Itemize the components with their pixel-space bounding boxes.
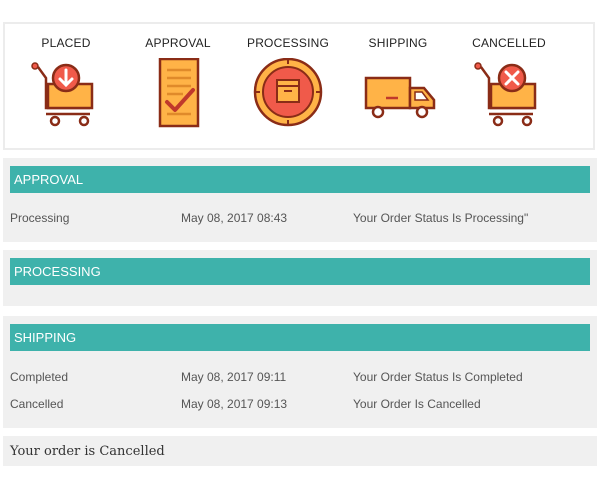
step-label: APPROVAL <box>145 36 211 50</box>
final-status-text: Your order is Cancelled <box>10 444 165 459</box>
panel-header: SHIPPING <box>10 324 590 351</box>
row-date: May 08, 2017 09:11 <box>181 370 287 384</box>
final-status-banner: Your order is Cancelled <box>3 436 597 466</box>
step-label: CANCELLED <box>472 36 546 50</box>
row-message: Your Order Status Is Processing" <box>353 211 529 225</box>
row-message: Your Order Is Cancelled <box>353 397 481 411</box>
truck-icon <box>364 76 436 119</box>
table-row: Processing May 08, 2017 08:43 Your Order… <box>10 211 590 227</box>
row-status: Cancelled <box>10 397 64 411</box>
shipping-panel: SHIPPING Completed May 08, 2017 09:11 Yo… <box>3 316 597 428</box>
cart-download-icon <box>31 62 94 127</box>
processing-panel: PROCESSING <box>3 250 597 306</box>
row-date: May 08, 2017 09:13 <box>181 397 288 411</box>
row-message: Your Order Status Is Completed <box>353 370 523 384</box>
step-label: PLACED <box>41 36 91 50</box>
order-status-steps: PLACED APPROVAL PROCESSING SHIPPING CANC… <box>3 22 595 150</box>
panel-header: APPROVAL <box>10 166 590 193</box>
row-status: Processing <box>10 211 70 225</box>
panel-header: PROCESSING <box>10 258 590 285</box>
table-row: Cancelled May 08, 2017 09:13 Your Order … <box>10 397 590 413</box>
row-date: May 08, 2017 08:43 <box>181 211 288 225</box>
cart-cancel-icon <box>474 62 537 127</box>
approval-panel: APPROVAL Processing May 08, 2017 08:43 Y… <box>3 158 597 242</box>
step-label: PROCESSING <box>246 36 329 50</box>
box-target-icon <box>253 58 323 127</box>
step-label: SHIPPING <box>368 36 428 50</box>
row-status: Completed <box>10 370 69 384</box>
checklist-icon <box>158 58 200 128</box>
table-row: Completed May 08, 2017 09:11 Your Order … <box>10 370 590 386</box>
